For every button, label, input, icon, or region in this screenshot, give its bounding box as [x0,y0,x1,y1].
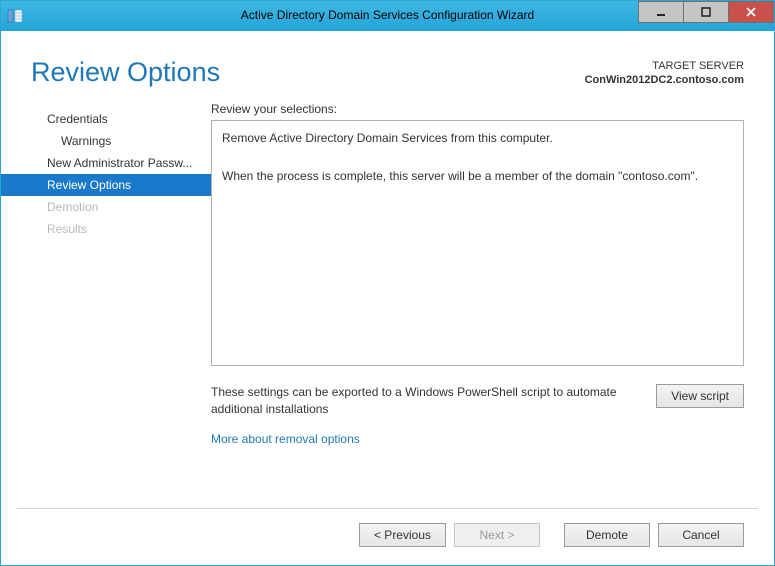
review-selections-box[interactable]: Remove Active Directory Domain Services … [211,120,744,366]
nav-new-admin-password[interactable]: New Administrator Passw... [1,152,211,174]
nav-label: New Administrator Passw... [47,156,192,170]
header-row: Review Options TARGET SERVER ConWin2012D… [1,31,774,102]
nav-label: Demotion [47,200,98,214]
nav-label: Warnings [61,134,111,148]
close-button[interactable] [728,1,774,23]
nav-label: Results [47,222,87,236]
export-description: These settings can be exported to a Wind… [211,384,640,418]
next-button: Next > [454,523,540,547]
review-label: Review your selections: [211,102,744,116]
content-area: Review Options TARGET SERVER ConWin2012D… [1,31,774,565]
body-split: Credentials Warnings New Administrator P… [1,102,774,494]
nav-label: Review Options [47,178,131,192]
window-controls [639,1,774,23]
target-server-label: TARGET SERVER [585,59,744,73]
target-server-value: ConWin2012DC2.contoso.com [585,73,744,87]
wizard-window: Active Directory Domain Services Configu… [0,0,775,566]
wizard-sidebar: Credentials Warnings New Administrator P… [1,102,211,494]
main-pane: Review your selections: Remove Active Di… [211,102,774,494]
cancel-button[interactable]: Cancel [658,523,744,547]
maximize-button[interactable] [683,1,729,23]
nav-demotion: Demotion [1,196,211,218]
target-server-block: TARGET SERVER ConWin2012DC2.contoso.com [585,59,744,88]
titlebar: Active Directory Domain Services Configu… [1,1,774,31]
wizard-footer: < Previous Next > Demote Cancel [1,509,774,565]
export-row: These settings can be exported to a Wind… [211,384,744,418]
nav-credentials[interactable]: Credentials [1,108,211,130]
previous-button[interactable]: < Previous [359,523,446,547]
app-icon [7,8,23,24]
minimize-button[interactable] [638,1,684,23]
demote-button[interactable]: Demote [564,523,650,547]
view-script-button[interactable]: View script [656,384,744,408]
more-about-removal-link[interactable]: More about removal options [211,432,744,446]
window-title: Active Directory Domain Services Configu… [241,8,534,22]
nav-warnings[interactable]: Warnings [1,130,211,152]
nav-results: Results [1,218,211,240]
nav-review-options[interactable]: Review Options [1,174,211,196]
nav-label: Credentials [47,112,108,126]
page-title: Review Options [31,57,220,88]
